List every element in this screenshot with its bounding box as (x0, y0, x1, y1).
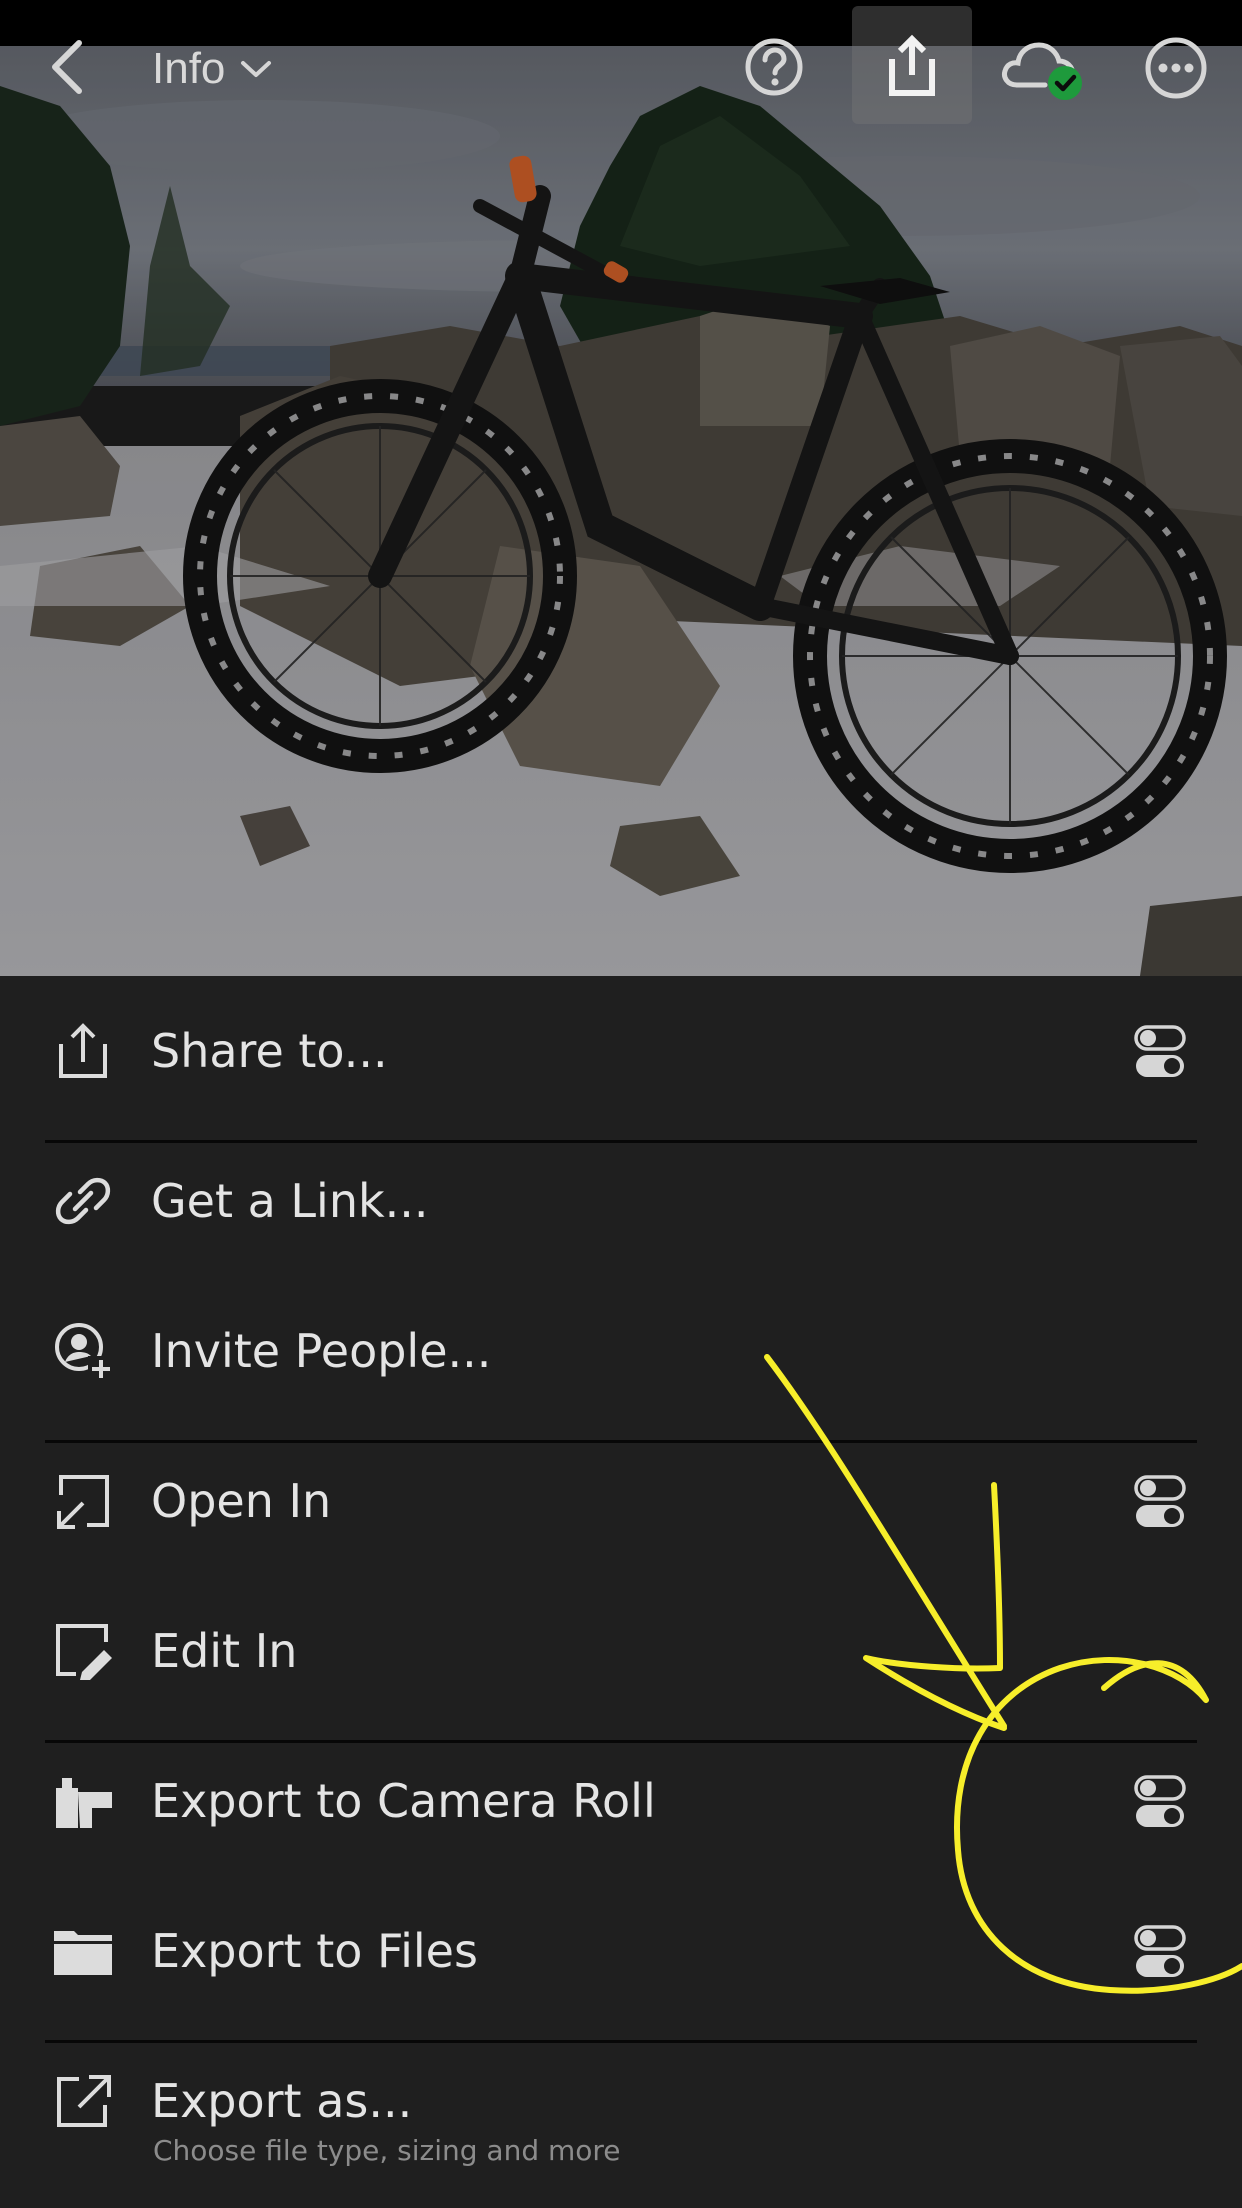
top-toolbar: Info (0, 0, 1242, 130)
menu-item-export-as[interactable]: Export as... Choose file type, sizing an… (0, 2026, 1242, 2208)
export-icon (50, 2068, 116, 2134)
menu-item-label: Export to Files (151, 1924, 478, 1978)
help-button[interactable] (740, 34, 808, 100)
menu-item-export-files[interactable]: Export to Files (0, 1876, 1242, 2026)
menu-item-invite-people[interactable]: Invite People... (0, 1276, 1242, 1426)
help-circle-icon (745, 38, 803, 96)
share-to-icon (50, 1018, 116, 1084)
cloud-sync-button[interactable] (998, 32, 1090, 104)
menu-item-get-link[interactable]: Get a Link... (0, 1126, 1242, 1276)
settings-toggle-icon[interactable] (1134, 1025, 1186, 1079)
cloud-synced-icon (1002, 42, 1082, 100)
info-dropdown[interactable]: Info (152, 38, 273, 100)
menu-item-label: Open In (151, 1474, 332, 1528)
share-menu: Share to... Get a Link... Invite People.… (0, 976, 1242, 2208)
menu-item-edit-in[interactable]: Edit In (0, 1576, 1242, 1726)
folder-icon (50, 1918, 116, 1984)
back-button[interactable] (38, 34, 98, 100)
camera-roll-icon (50, 1768, 116, 1834)
menu-item-sublabel: Choose file type, sizing and more (153, 2134, 621, 2167)
menu-item-label: Export to Camera Roll (151, 1774, 656, 1828)
settings-toggle-icon[interactable] (1134, 1775, 1186, 1829)
chevron-left-icon (52, 40, 82, 94)
photo-preview[interactable] (0, 46, 1242, 976)
menu-item-label: Share to... (151, 1024, 388, 1078)
photo-image (0, 46, 1242, 976)
menu-item-label: Invite People... (151, 1324, 492, 1378)
invite-people-icon (50, 1318, 116, 1384)
menu-item-open-in[interactable]: Open In (0, 1426, 1242, 1576)
caret-down-icon (241, 61, 272, 77)
menu-item-share-to[interactable]: Share to... (0, 976, 1242, 1126)
menu-item-label: Export as... (151, 2074, 413, 2128)
edit-in-icon (50, 1618, 116, 1684)
open-in-icon (50, 1468, 116, 1534)
share-button[interactable] (874, 30, 950, 102)
share-icon (889, 34, 935, 96)
settings-toggle-icon[interactable] (1134, 1925, 1186, 1979)
share-screen: Info Share to... Get a Link... Invite Pe… (0, 0, 1242, 2208)
menu-item-export-camera-roll[interactable]: Export to Camera Roll (0, 1726, 1242, 1876)
more-horizontal-icon (1145, 37, 1207, 99)
menu-item-label: Get a Link... (151, 1174, 429, 1228)
link-icon (50, 1168, 116, 1234)
more-button[interactable] (1140, 32, 1212, 104)
menu-item-label: Edit In (151, 1624, 298, 1678)
settings-toggle-icon[interactable] (1134, 1475, 1186, 1529)
page-title: Info (152, 44, 226, 93)
